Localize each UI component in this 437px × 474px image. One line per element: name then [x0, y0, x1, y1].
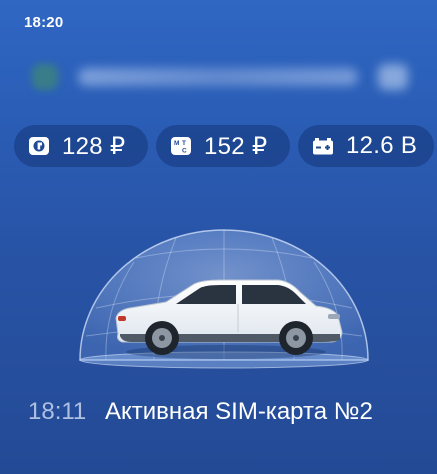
indicator-chips: 128 ₽ М Т С 152 ₽ 12.6 В [14, 125, 434, 167]
last-update-time: 18:11 [28, 398, 87, 425]
obscured-action [378, 64, 408, 90]
mts-balance-chip[interactable]: М Т С 152 ₽ [156, 125, 290, 167]
battery-voltage-chip[interactable]: 12.6 В [298, 125, 434, 167]
mts-balance-value: 152 ₽ [204, 132, 268, 160]
active-sim-status: Активная SIM-карта №2 [104, 398, 373, 425]
sim-balance-chip[interactable]: 128 ₽ [14, 125, 148, 167]
app-screen: 18:20 128 ₽ М Т С 152 ₽ 12.6 В 18:11 Акт… [0, 0, 437, 474]
car-in-shield-dome-image [76, 218, 372, 384]
sim-balance-icon [28, 136, 50, 156]
battery-voltage-value: 12.6 В [346, 132, 418, 159]
obscured-title [78, 68, 358, 86]
obscured-header [22, 58, 422, 94]
mts-balance-icon: М Т С [170, 136, 192, 156]
battery-icon [312, 136, 334, 156]
obscured-avatar [32, 64, 58, 90]
sim-balance-value: 128 ₽ [62, 132, 126, 160]
status-bar-time: 18:20 [24, 14, 64, 31]
svg-text:М: М [174, 140, 179, 147]
svg-text:С: С [182, 148, 187, 155]
sim-status-line: 18:11 Активная SIM-карта №2 [28, 398, 373, 426]
svg-text:Т: Т [182, 140, 186, 147]
